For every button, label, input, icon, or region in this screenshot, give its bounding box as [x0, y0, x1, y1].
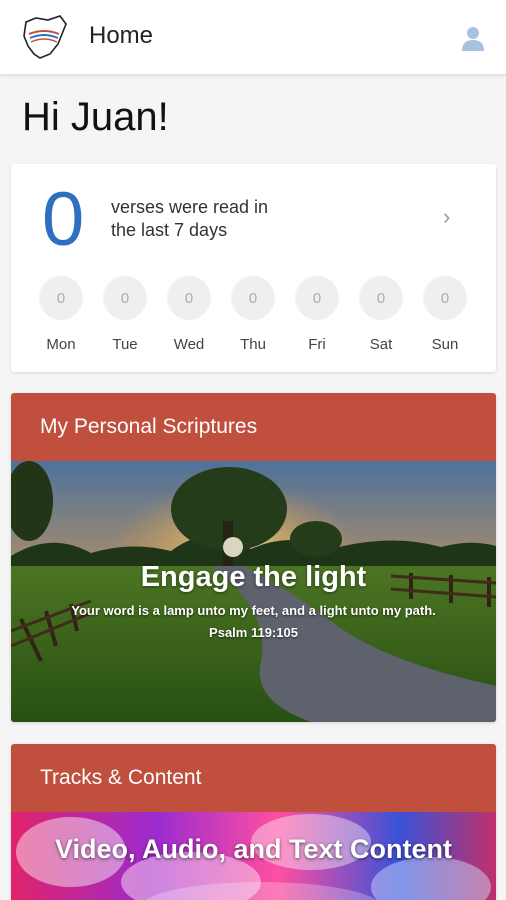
hero-verse: Your word is a lamp unto my feet, and a … — [71, 603, 436, 618]
day-wed: 0 Wed — [157, 276, 221, 353]
verse-count: 0 — [42, 177, 85, 262]
day-label: Mon — [46, 336, 76, 353]
verses-summary: verses were read in the last 7 days — [111, 196, 311, 242]
personal-scriptures-header[interactable]: My Personal Scriptures — [11, 393, 496, 461]
tracks-banner-title: Video, Audio, and Text Content — [55, 834, 452, 864]
day-sun: 0 Sun — [413, 276, 477, 353]
day-count: 0 — [423, 276, 467, 320]
chevron-right-icon[interactable]: › — [443, 204, 450, 230]
scripture-hero-image[interactable]: Engage the light Your word is a lamp unt… — [11, 461, 496, 722]
user-icon[interactable] — [459, 24, 487, 52]
day-label: Wed — [173, 336, 205, 353]
day-fri: 0 Fri — [285, 276, 349, 353]
map-logo-icon[interactable] — [20, 14, 70, 60]
day-count: 0 — [103, 276, 147, 320]
personal-scriptures-card[interactable]: My Personal Scriptures Engage the light … — [11, 393, 496, 722]
day-count: 0 — [359, 276, 403, 320]
tracks-content-header[interactable]: Tracks & Content — [11, 744, 496, 812]
day-count: 0 — [231, 276, 275, 320]
day-label: Sun — [431, 336, 459, 353]
day-tue: 0 Tue — [93, 276, 157, 353]
day-label: Sat — [369, 336, 393, 353]
day-sat: 0 Sat — [349, 276, 413, 353]
hero-reference: Psalm 119:105 — [209, 625, 298, 640]
app-bar: Home — [0, 0, 506, 75]
day-label: Tue — [112, 336, 138, 353]
tracks-banner-image[interactable]: Video, Audio, and Text Content — [11, 812, 496, 900]
verses-summary-line2: the last 7 days — [111, 220, 228, 240]
greeting-heading: Hi Juan! — [22, 95, 169, 139]
day-label: Fri — [308, 336, 326, 353]
tracks-content-card[interactable]: Tracks & Content Video, Audio, and Text … — [11, 744, 496, 900]
day-count: 0 — [295, 276, 339, 320]
day-thu: 0 Thu — [221, 276, 285, 353]
page-title: Home — [89, 22, 154, 49]
week-days: 0 Mon 0 Tue 0 Wed 0 Thu 0 Fri 0 Sat 0 Su… — [29, 276, 479, 356]
day-count: 0 — [39, 276, 83, 320]
day-label: Thu — [240, 336, 266, 353]
day-count: 0 — [167, 276, 211, 320]
day-mon: 0 Mon — [29, 276, 93, 353]
verses-summary-line1: verses were read in — [111, 197, 269, 217]
weekly-reading-card[interactable]: 0 verses were read in the last 7 days › … — [11, 164, 496, 372]
hero-title: Engage the light — [140, 561, 367, 593]
